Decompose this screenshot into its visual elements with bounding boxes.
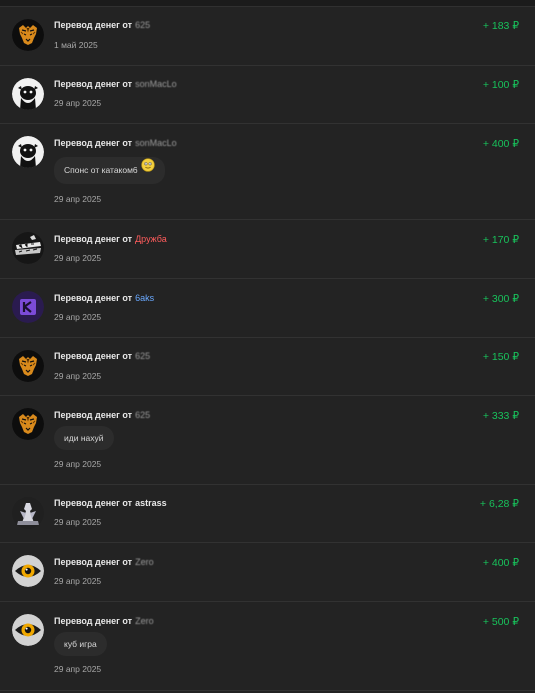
transaction-amount: + 400 ₽ xyxy=(482,557,519,569)
transaction-item[interactable]: Перевод денег от Zero 29 апр 2025 + 400 ₽ xyxy=(0,543,535,602)
tiger-avatar-icon xyxy=(12,19,44,51)
transaction-date: 29 апр 2025 xyxy=(54,664,102,674)
title-text: Перевод денег от xyxy=(54,138,133,148)
tiger-avatar-icon xyxy=(12,350,44,382)
top-divider xyxy=(0,0,535,7)
sender-name[interactable]: Zero xyxy=(135,616,154,626)
sender-name[interactable]: sonMacLo xyxy=(135,79,177,89)
dark-creature-avatar-icon xyxy=(12,78,44,110)
sender-name[interactable]: 6aks xyxy=(135,293,154,303)
transaction-item[interactable]: Перевод денег от 625 29 апр 2025 + 150 ₽ xyxy=(0,338,535,396)
transaction-title: Перевод денег от 6aks xyxy=(54,293,154,303)
title-text: Перевод денег от xyxy=(54,79,133,89)
message-text: иди нахуй xyxy=(64,433,104,443)
transaction-date: 29 апр 2025 xyxy=(54,312,102,322)
transaction-amount: + 300 ₽ xyxy=(482,293,519,305)
title-text: Перевод денег от xyxy=(54,410,133,420)
title-text: Перевод денег от xyxy=(54,616,133,626)
transaction-date: 29 апр 2025 xyxy=(54,371,102,381)
transaction-amount: + 170 ₽ xyxy=(482,234,519,246)
face-emoji-icon xyxy=(141,156,155,183)
transaction-title: Перевод денег от 625 xyxy=(54,410,150,420)
title-text: Перевод денег от xyxy=(54,234,133,244)
transaction-date: 29 апр 2025 xyxy=(54,98,102,108)
title-text: Перевод денег от xyxy=(54,557,133,567)
transaction-title: Перевод денег от sonMacLo xyxy=(54,138,177,148)
transaction-date: 29 апр 2025 xyxy=(54,576,102,586)
sender-name[interactable]: astrass xyxy=(135,498,167,508)
transaction-title: Перевод денег от Zero xyxy=(54,616,154,626)
title-text: Перевод денег от xyxy=(54,498,133,508)
transaction-amount: + 150 ₽ xyxy=(482,351,519,363)
transaction-amount: + 400 ₽ xyxy=(482,138,519,150)
figure-avatar-icon xyxy=(12,497,44,529)
message-text: Спонс от катаком6 xyxy=(64,165,138,175)
transaction-date: 29 апр 2025 xyxy=(54,517,102,527)
eye-avatar-icon xyxy=(12,555,44,587)
transaction-date: 29 апр 2025 xyxy=(54,194,102,204)
graffiti-avatar-icon xyxy=(12,232,44,264)
transaction-message: иди нахуй xyxy=(54,426,114,450)
transaction-item[interactable]: Перевод денег от astrass 29 апр 2025 + 6,… xyxy=(0,485,535,543)
transaction-amount: + 6,28 ₽ xyxy=(479,498,519,510)
transaction-title: Перевод денег от Дружба xyxy=(54,234,167,244)
transaction-title: Перевод денег от sonMacLo xyxy=(54,79,177,89)
transaction-title: Перевод денег от 625 xyxy=(54,20,150,30)
title-text: Перевод денег от xyxy=(54,351,133,361)
transaction-date: 29 апр 2025 xyxy=(54,253,102,263)
title-text: Перевод денег от xyxy=(54,20,133,30)
sender-name[interactable]: 625 xyxy=(135,351,150,361)
transaction-item[interactable]: Перевод денег от 625 иди нахуй 29 апр 202… xyxy=(0,396,535,485)
transaction-item[interactable]: Перевод денег от sonMacLo Спонс от катако… xyxy=(0,124,535,220)
transactions-panel: Перевод денег от 625 1 май 2025 + 183 ₽ П… xyxy=(0,0,535,693)
letter-k-avatar-icon xyxy=(12,291,44,323)
transaction-title: Перевод денег от Zero xyxy=(54,557,154,567)
transaction-date: 1 май 2025 xyxy=(54,40,98,50)
message-text: куб игра xyxy=(64,639,97,649)
transaction-title: Перевод денег от 625 xyxy=(54,351,150,361)
transaction-item[interactable]: Перевод денег от sonMacLo 29 апр 2025 + 1… xyxy=(0,66,535,124)
transaction-item[interactable]: Перевод денег от 6aks 29 апр 2025 + 300 ₽ xyxy=(0,279,535,338)
tiger-avatar-icon xyxy=(12,408,44,440)
sender-name[interactable]: 625 xyxy=(135,20,150,30)
sender-name[interactable]: Zero xyxy=(135,557,154,567)
transaction-title: Перевод денег от astrass xyxy=(54,498,167,508)
transaction-amount: + 500 ₽ xyxy=(482,616,519,628)
sender-name[interactable]: sonMacLo xyxy=(135,138,177,148)
transaction-amount: + 100 ₽ xyxy=(482,79,519,91)
dark-creature-avatar-icon xyxy=(12,136,44,168)
sender-name[interactable]: Дружба xyxy=(135,234,167,244)
transaction-date: 29 апр 2025 xyxy=(54,459,102,469)
transaction-amount: + 333 ₽ xyxy=(482,410,519,422)
eye-avatar-icon xyxy=(12,614,44,646)
transaction-message: Спонс от катаком6 xyxy=(54,157,165,184)
transaction-item[interactable]: Перевод денег от 625 1 май 2025 + 183 ₽ xyxy=(0,7,535,66)
transaction-amount: + 183 ₽ xyxy=(482,20,519,32)
transaction-item[interactable]: Перевод денег от Zero куб игра 29 апр 202… xyxy=(0,602,535,691)
title-text: Перевод денег от xyxy=(54,293,133,303)
transaction-message: куб игра xyxy=(54,632,107,656)
sender-name[interactable]: 625 xyxy=(135,410,150,420)
transaction-item[interactable]: Перевод денег от Дружба 29 апр 2025 + 170… xyxy=(0,220,535,279)
